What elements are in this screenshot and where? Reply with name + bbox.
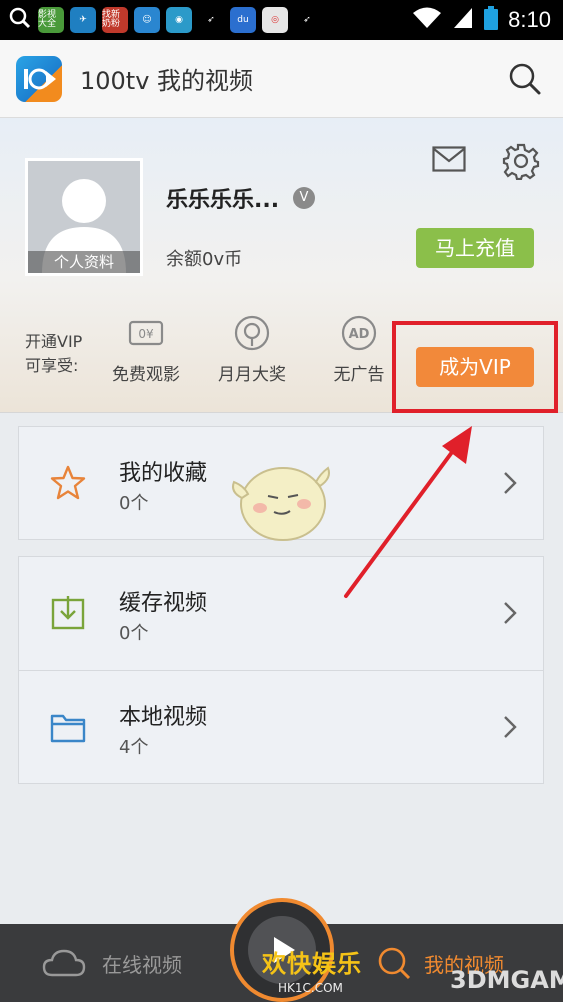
watermark-site: HK1C.COM (278, 981, 343, 995)
star-icon (50, 465, 86, 500)
list-item-local[interactable]: 本地视频 4个 (19, 670, 543, 783)
list-item-count: 0个 (119, 493, 149, 514)
perk-label: 月月大奖 (218, 365, 286, 385)
chevron-right-icon (504, 602, 517, 624)
watermark-brand: 3DMGAME (450, 966, 563, 994)
perk-label: 免费观影 (112, 365, 180, 385)
search-button[interactable] (505, 59, 545, 99)
list-item-title: 本地视频 (119, 705, 208, 730)
vip-intro-line1: 开通VIP (25, 332, 83, 351)
balance-text: 余额0v币 (166, 249, 243, 270)
perk-free-viewing: 0¥ 免费观影 (104, 314, 188, 385)
tab-online-video[interactable]: 在线视频 (42, 924, 182, 1002)
list-item-title: 缓存视频 (119, 591, 208, 616)
tab-label: 在线视频 (102, 952, 182, 977)
vip-level-badge: V (293, 187, 315, 209)
search-icon (509, 63, 541, 94)
bird-notification-icon-2: ➶ (303, 14, 311, 25)
gear-icon (502, 143, 540, 181)
list-item-count: 4个 (119, 737, 149, 758)
svg-text:0¥: 0¥ (138, 327, 154, 341)
milk-app-icon: 找新奶粉 (102, 7, 128, 33)
profile-panel: 个人资料 乐乐乐乐... V 余额0v币 马上充值 开通VIP 可享受: 0¥ … (0, 118, 563, 413)
video-app-icon: 影视大全 (38, 7, 64, 33)
award-icon (234, 315, 270, 351)
no-ads-icon: AD (341, 315, 377, 351)
page-title: 100tv 我的视频 (80, 67, 254, 95)
app-header: 100tv 我的视频 (0, 40, 563, 118)
chevron-right-icon (504, 472, 517, 494)
bird-notification-icon: ➶ (207, 14, 215, 25)
recharge-button[interactable]: 马上充值 (416, 228, 534, 268)
annotation-highlight-box (392, 321, 558, 413)
mascot-sticker (232, 466, 330, 541)
perk-monthly-prize: 月月大奖 (210, 314, 294, 385)
username: 乐乐乐乐... (166, 188, 280, 213)
baidu-app-icon: du (230, 7, 256, 33)
browser-app-icon: ◎ (262, 7, 288, 33)
search-notification-icon (8, 6, 32, 34)
folder-icon (50, 714, 86, 743)
signal-icon (452, 6, 474, 34)
ticket-icon: 0¥ (128, 320, 164, 346)
perk-label: 无广告 (333, 365, 385, 385)
bird-app-icon: ✈ (70, 7, 96, 33)
frog-app-icon: ◉ (166, 7, 192, 33)
list-item-count: 0个 (119, 623, 149, 644)
chevron-right-icon (504, 716, 517, 738)
app-logo (16, 55, 62, 102)
battery-icon (484, 6, 499, 34)
message-button[interactable] (432, 146, 466, 176)
wifi-icon (412, 6, 442, 34)
watermark-logo: 欢快娱乐 (262, 950, 362, 978)
clock: 8:10 (508, 7, 551, 32)
cloud-icon (42, 949, 86, 977)
avatar[interactable]: 个人资料 (25, 158, 143, 276)
perk-no-ads: AD 无广告 (323, 314, 395, 385)
my-video-icon (378, 947, 411, 980)
vip-intro: 开通VIP 可享受: (25, 330, 82, 378)
status-bar: 影视大全 ✈ 找新奶粉 ☺ ◉ ➶ du ◎ ➶ 8:10 (0, 0, 563, 40)
annotation-arrow (344, 426, 472, 598)
download-icon (51, 596, 85, 630)
avatar-caption: 个人资料 (28, 251, 140, 273)
svg-text:AD: AD (349, 327, 370, 342)
qq-app-icon: ☺ (134, 7, 160, 33)
mail-icon (432, 146, 466, 172)
vip-intro-line2: 可享受: (25, 356, 79, 375)
notification-icons: 影视大全 ✈ 找新奶粉 ☺ ◉ ➶ du ◎ ➶ (0, 6, 320, 34)
list-item-title: 我的收藏 (119, 461, 208, 486)
settings-button[interactable] (502, 142, 540, 184)
